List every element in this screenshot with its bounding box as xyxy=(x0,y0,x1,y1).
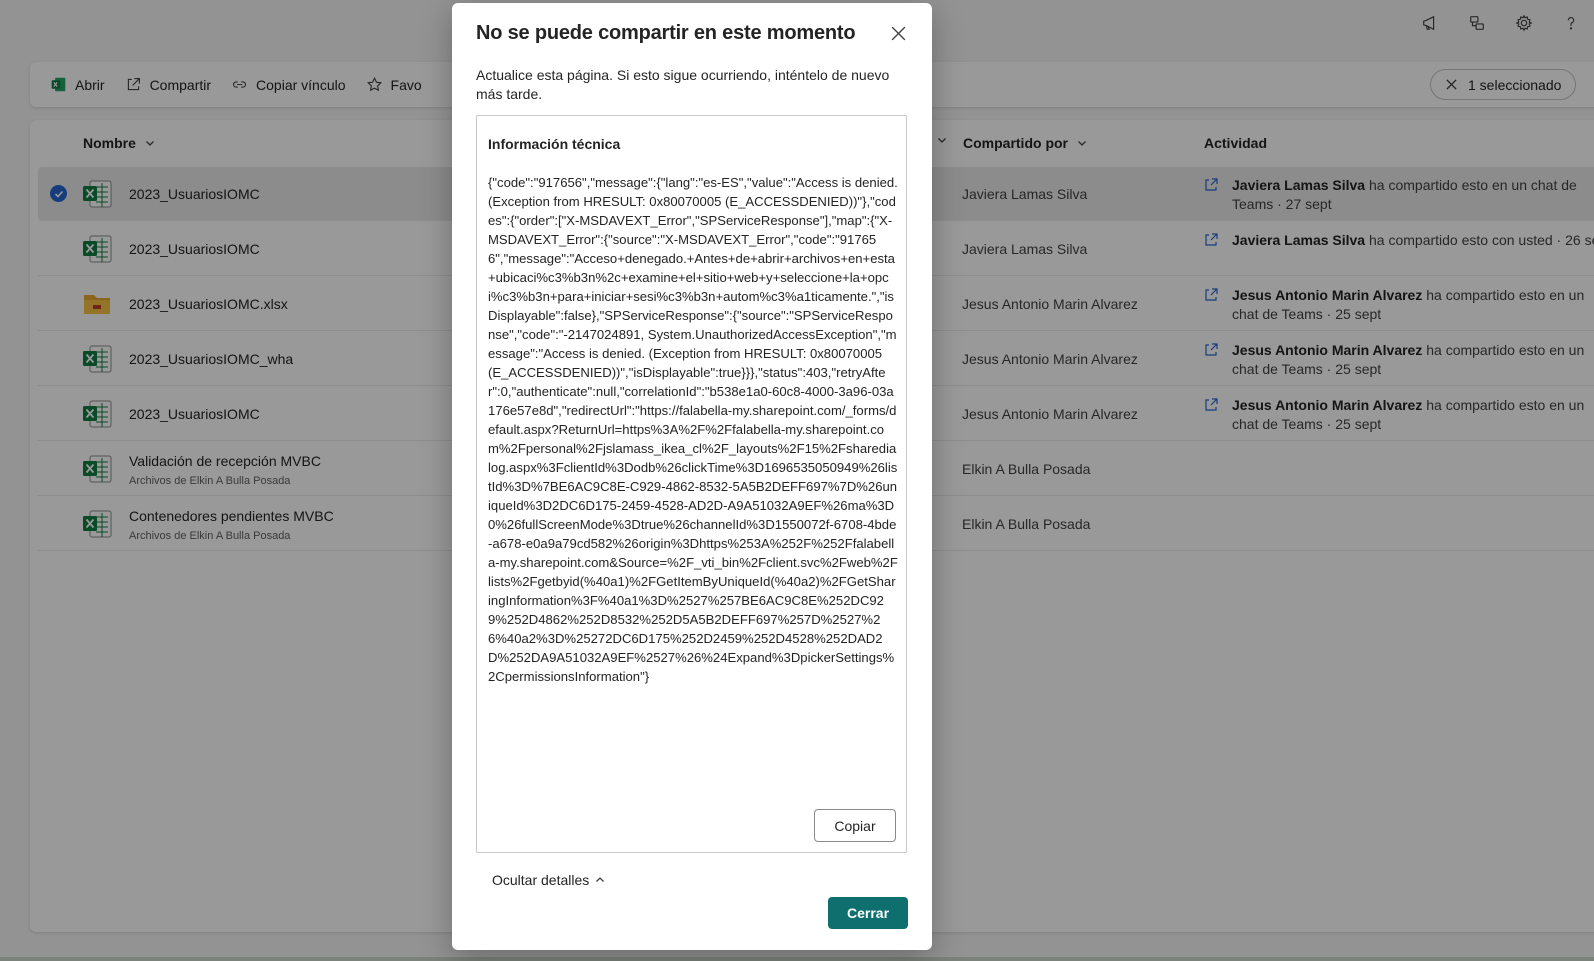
hide-details-label: Ocultar detalles xyxy=(492,872,590,888)
technical-info-title: Información técnica xyxy=(488,136,621,152)
hide-details-toggle[interactable]: Ocultar detalles xyxy=(492,872,605,888)
dialog-close-button[interactable] xyxy=(890,25,910,45)
dialog-title: No se puede compartir en este momento xyxy=(476,22,856,44)
chevron-up-icon xyxy=(596,877,605,882)
close-button[interactable]: Cerrar xyxy=(828,897,908,929)
technical-info-box: Información técnica {"code":"917656","me… xyxy=(476,115,907,853)
technical-info-text: {"code":"917656","message":{"lang":"es-E… xyxy=(488,175,902,684)
copy-button[interactable]: Copiar xyxy=(814,809,896,842)
close-icon xyxy=(891,26,906,41)
dialog-description: Actualice esta página. Si esto sigue ocu… xyxy=(476,67,890,102)
share-error-dialog: No se puede compartir en este momento Ac… xyxy=(452,3,932,950)
